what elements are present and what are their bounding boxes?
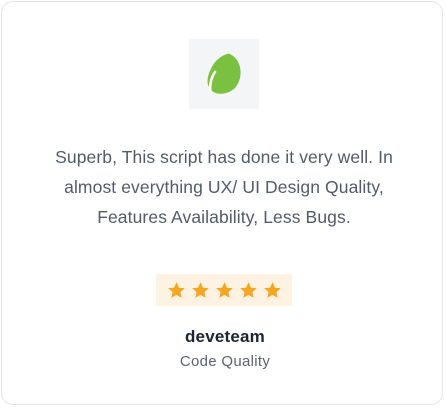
- star-icon: [215, 281, 233, 298]
- star-icon: [191, 281, 209, 298]
- author-name: deveteam: [184, 327, 266, 346]
- star-icon: [239, 281, 257, 298]
- testimonial-quote: Superb, This script has done it very wel…: [55, 147, 393, 227]
- testimonial-card: Superb, This script has done it very wel…: [1, 1, 443, 405]
- evernote-leaf-icon: [207, 53, 241, 94]
- author-category: Code Quality: [179, 353, 271, 370]
- company-logo: [189, 39, 259, 109]
- star-icon: [167, 281, 185, 298]
- star-icon: [263, 281, 281, 298]
- star-rating: [156, 274, 292, 306]
